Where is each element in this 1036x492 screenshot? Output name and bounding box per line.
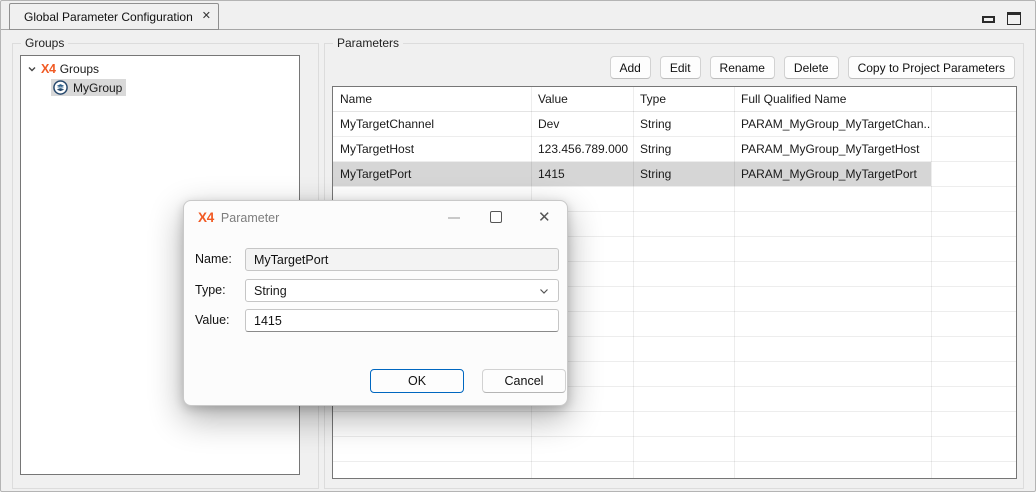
- x4-logo: X4: [198, 210, 214, 225]
- add-button[interactable]: Add: [610, 56, 651, 79]
- dialog-title: Parameter: [221, 211, 279, 225]
- table-row[interactable]: MyTargetChannel Dev String PARAM_MyGroup…: [333, 112, 1016, 137]
- column-header-filler: [931, 87, 1016, 111]
- dialog-maximize-icon[interactable]: [490, 211, 502, 223]
- chevron-down-icon: [538, 285, 550, 297]
- type-select-value: String: [254, 284, 287, 298]
- tab-close-icon[interactable]: ✕: [199, 9, 214, 24]
- table-header-row: Name Value Type Full Qualified Name: [333, 87, 1016, 112]
- view-window-controls: [982, 12, 1021, 25]
- tree-item-mygroup[interactable]: MyGroup: [21, 78, 299, 97]
- cell-type: String: [633, 112, 734, 136]
- tree-item-selection: MyGroup: [51, 79, 126, 96]
- column-divider[interactable]: [633, 87, 634, 478]
- column-header-type[interactable]: Type: [633, 87, 734, 111]
- cell-value: 123.456.789.000: [531, 137, 633, 161]
- cell-fqn: PARAM_MyGroup_MyTargetHost: [734, 137, 931, 161]
- copy-to-project-parameters-button[interactable]: Copy to Project Parameters: [848, 56, 1015, 79]
- minimize-icon[interactable]: [982, 16, 995, 23]
- type-label: Type:: [195, 283, 243, 297]
- tree-root-label: Groups: [60, 62, 99, 76]
- cell-name: MyTargetPort: [333, 162, 531, 186]
- cell-filler: [931, 137, 1016, 161]
- rename-button[interactable]: Rename: [710, 56, 775, 79]
- chevron-down-icon[interactable]: [27, 64, 37, 74]
- app-window: Global Parameter Configuration ✕ Groups …: [0, 0, 1036, 492]
- value-field[interactable]: [245, 309, 559, 332]
- x4-logo: X4: [41, 62, 56, 76]
- cell-fqn: PARAM_MyGroup_MyTargetPort: [734, 162, 931, 186]
- column-header-full-qualified-name[interactable]: Full Qualified Name: [734, 87, 931, 111]
- column-header-value[interactable]: Value: [531, 87, 633, 111]
- edit-button[interactable]: Edit: [660, 56, 701, 79]
- tree-item-label: MyGroup: [73, 81, 122, 95]
- editor-tab-bar: Global Parameter Configuration ✕: [1, 3, 1036, 30]
- cell-filler: [931, 162, 1016, 186]
- cell-value: 1415: [531, 162, 633, 186]
- tab-global-parameter-configuration[interactable]: Global Parameter Configuration ✕: [9, 3, 219, 30]
- cell-name: MyTargetChannel: [333, 112, 531, 136]
- parameters-toolbar: Add Edit Rename Delete Copy to Project P…: [610, 56, 1016, 79]
- tree-item-groups-root[interactable]: X4 Groups: [21, 59, 299, 78]
- table-row-selected[interactable]: MyTargetPort 1415 String PARAM_MyGroup_M…: [333, 162, 1016, 187]
- column-divider[interactable]: [734, 87, 735, 478]
- cell-type: String: [633, 137, 734, 161]
- table-row[interactable]: MyTargetHost 123.456.789.000 String PARA…: [333, 137, 1016, 162]
- name-field[interactable]: [245, 248, 559, 271]
- type-select[interactable]: String: [245, 279, 559, 302]
- column-divider[interactable]: [931, 87, 932, 478]
- cell-fqn: PARAM_MyGroup_MyTargetChan...: [734, 112, 931, 136]
- delete-button[interactable]: Delete: [784, 56, 839, 79]
- groups-panel-title: Groups: [21, 36, 68, 50]
- cell-value: Dev: [531, 112, 633, 136]
- ok-button[interactable]: OK: [370, 369, 464, 393]
- cell-name: MyTargetHost: [333, 137, 531, 161]
- parameters-panel-title: Parameters: [333, 36, 403, 50]
- cell-type: String: [633, 162, 734, 186]
- dialog-titlebar: X4 Parameter: [198, 210, 279, 225]
- cell-filler: [931, 112, 1016, 136]
- tab-title: Global Parameter Configuration: [24, 10, 193, 24]
- cancel-button[interactable]: Cancel: [482, 369, 566, 393]
- dialog-minimize-icon: [448, 217, 460, 219]
- dialog-close-icon[interactable]: ✕: [534, 206, 555, 228]
- value-label: Value:: [195, 313, 243, 327]
- layers-icon: [53, 80, 68, 95]
- maximize-icon[interactable]: [1007, 12, 1021, 25]
- column-header-name[interactable]: Name: [333, 87, 531, 111]
- name-label: Name:: [195, 252, 243, 266]
- parameter-dialog: X4 Parameter ✕ Name: Type: String Value:…: [183, 200, 568, 406]
